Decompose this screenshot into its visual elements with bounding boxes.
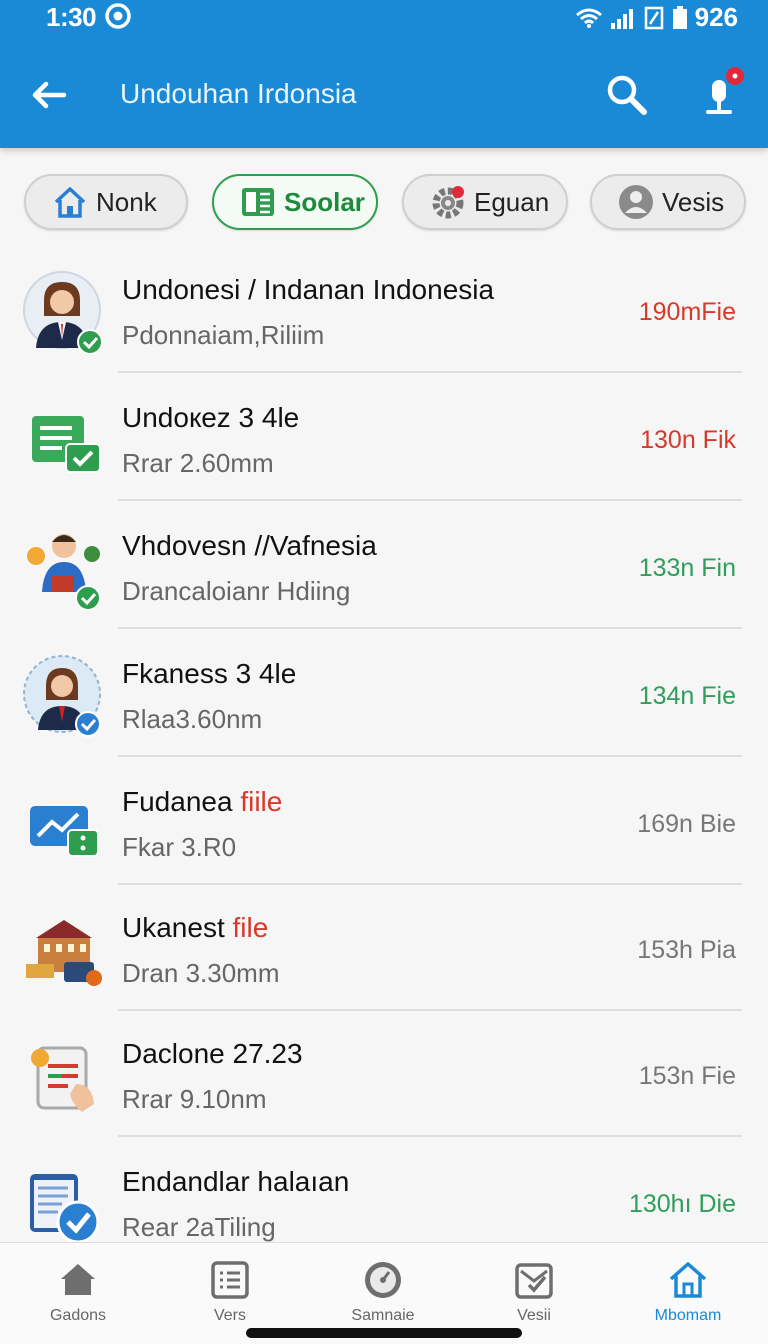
compass-icon (365, 1262, 401, 1298)
battery-icon (672, 5, 687, 29)
item-subtitle: Rrar 9.10nm (122, 1084, 267, 1114)
home-icon (54, 187, 86, 218)
item-meta: 153h Pia (637, 936, 736, 964)
chip-label: Soolar (284, 186, 365, 217)
item-title-highlight: file (232, 912, 269, 943)
item-meta: 134n Fie (638, 682, 736, 710)
chip-label: Vesis (662, 186, 725, 217)
item-title: Fkaness 3 4le (122, 658, 296, 690)
item-subtitle: Dran 3.30mm (122, 958, 280, 988)
chip-label: Nonk (96, 186, 157, 217)
search-icon[interactable] (604, 72, 650, 118)
item-meta: 169n Bie (637, 810, 736, 838)
nav-item-gadons[interactable]: Gadons (18, 1259, 138, 1325)
item-title-text: Ukanest (122, 912, 233, 943)
item-title-text: Undonesi / Indanan Indonesia (122, 274, 495, 305)
chip-nonk[interactable]: Nonk (24, 174, 188, 230)
item-title-text: Daclone 27.23 (122, 1038, 303, 1069)
mail-check-icon (515, 1263, 553, 1299)
list-item[interactable]: Ukanest file Dran 3.30mm 153h Pia (0, 884, 768, 1011)
home-icon (61, 1264, 95, 1295)
wifi-icon (575, 8, 602, 28)
item-title-text: Fkaness 3 4le (122, 658, 297, 689)
item-meta: 133n Fin (638, 554, 736, 582)
item-title: Endandlar halaıan (122, 1166, 349, 1198)
item-title: Vhdovesn //Vafnesia (122, 530, 377, 562)
status-right: 926 (575, 2, 738, 33)
signal-icon (610, 8, 633, 29)
item-subtitle: Drancaloianr Hdiing (122, 576, 351, 606)
nav-item-vers[interactable]: Vers (170, 1259, 290, 1325)
item-meta: 130n Fik (640, 426, 736, 454)
nav-label: Vesii (517, 1307, 551, 1324)
nav-item-mbomam[interactable]: Mbomam (628, 1259, 748, 1325)
item-subtitle: Pdonnaiam,Riliim (122, 320, 325, 350)
person-icon (619, 185, 653, 219)
item-meta: 190mFie (638, 298, 736, 326)
gear-icon (432, 186, 464, 219)
item-title: Fudanea fiile (122, 786, 282, 818)
building-icon (26, 920, 102, 986)
item-subtitle: Rrar 2.60mm (122, 448, 274, 478)
sync-icon (105, 3, 131, 29)
item-title-text: Endandlar halaıan (122, 1166, 350, 1197)
list-item[interactable]: Fudanea fiile Fkar 3.R0 169n Bie (0, 758, 768, 885)
sim-icon (644, 6, 663, 29)
nav-item-vesii[interactable]: Vesii (474, 1259, 594, 1325)
spreadsheet-icon (242, 188, 274, 216)
divider (118, 627, 742, 629)
chip-soolar[interactable]: Soolar (212, 174, 378, 230)
chip-vesis[interactable]: Vesis (590, 174, 746, 230)
nav-item-samnaie[interactable]: Samnaie (323, 1259, 443, 1325)
chip-eguan[interactable]: Eguan (402, 174, 568, 230)
divider (118, 755, 742, 757)
item-title: Daclone 27.23 (122, 1038, 303, 1070)
item-title-text: Vhdovesn //Vafnesia (122, 530, 377, 561)
item-title-text: Undокez 3 4le (122, 402, 300, 433)
gesture-bar[interactable] (246, 1328, 522, 1338)
checked-list-icon (30, 1174, 100, 1244)
filter-chips: Nonk Soolar Eguan Vesis (0, 170, 768, 234)
list-item[interactable]: Undonesi / Indanan Indonesia Pdonnaiam,R… (0, 246, 768, 373)
status-bar: 1:30 926 (0, 0, 768, 32)
nav-label: Mbomam (654, 1307, 722, 1324)
list-icon (211, 1261, 249, 1299)
nav-label: Gadons (49, 1307, 107, 1324)
tablet-icon (31, 1046, 94, 1112)
chip-label: Eguan (474, 186, 550, 217)
status-battery-text: 926 (694, 2, 738, 32)
item-meta: 130hı Die (628, 1190, 736, 1218)
divider (118, 499, 742, 501)
woman-avatar-icon (23, 655, 101, 737)
list-item[interactable]: Fkaness 3 4le Rlaa3.60nm 134n Fie (0, 630, 768, 757)
divider (118, 371, 742, 373)
home-outline-icon (669, 1262, 707, 1298)
list-item[interactable]: Vhdovesn //Vafnesia Drancaloianr Hdiing … (0, 502, 768, 629)
page-title: Undouhan Irdonsia (120, 78, 357, 109)
back-arrow-icon[interactable] (26, 72, 72, 118)
item-title: Undокez 3 4le (122, 402, 299, 434)
item-meta: 153n Fie (638, 1062, 736, 1090)
woman-avatar-icon (23, 271, 103, 354)
status-time: 1:30 (46, 2, 97, 32)
app-bar: 1:30 926 Undouhan Irdonsia (0, 0, 768, 148)
chart-card-icon (30, 806, 99, 857)
item-title: Undonesi / Indanan Indonesia (122, 274, 494, 306)
nav-label: Vers (213, 1307, 246, 1324)
microphone-icon[interactable] (694, 66, 748, 120)
item-title-highlight: fiile (240, 786, 283, 817)
man-avatar-icon (27, 534, 101, 610)
item-subtitle: Rear 2aTiling (122, 1212, 276, 1242)
list-item[interactable]: Daclone 27.23 Rrar 9.10nm 153n Fie (0, 1010, 768, 1137)
item-title: Ukanest file (122, 912, 268, 944)
item-subtitle: Rlaa3.60nm (122, 704, 263, 734)
divider (118, 1135, 742, 1137)
item-subtitle: Fkar 3.R0 (122, 832, 237, 862)
list-item[interactable]: Undокez 3 4le Rrar 2.60mm 130n Fik (0, 374, 768, 501)
item-title-text: Fudanea (122, 786, 241, 817)
checked-document-icon (32, 416, 101, 473)
nav-label: Samnaie (351, 1307, 415, 1324)
